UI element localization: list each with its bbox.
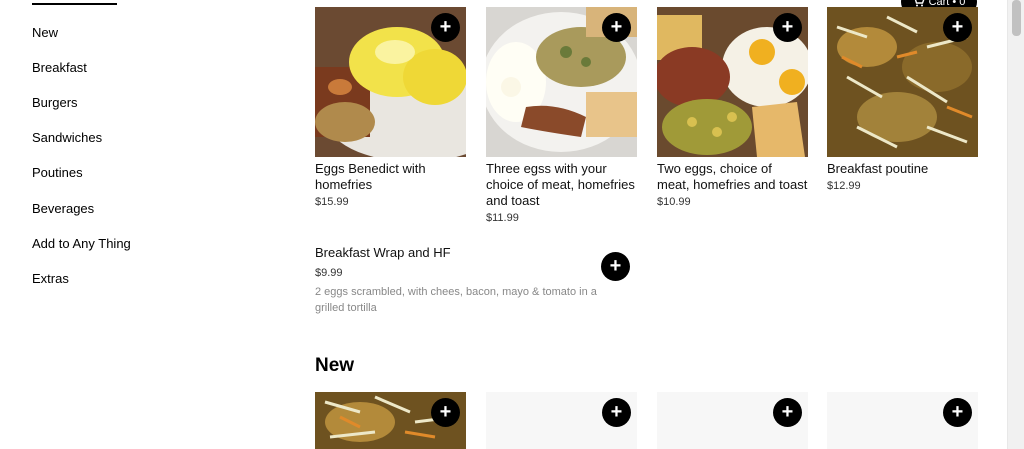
page-scrollbar[interactable] <box>1007 0 1024 449</box>
plus-icon: + <box>951 16 964 38</box>
menu-item-price: $15.99 <box>315 196 349 208</box>
sidebar-item-burgers[interactable]: Burgers <box>32 95 78 110</box>
plus-icon: + <box>609 255 622 277</box>
plus-icon: + <box>951 401 964 423</box>
section-title: New <box>315 355 355 376</box>
add-item-button[interactable]: + <box>431 398 460 427</box>
sidebar-item-new[interactable]: New <box>32 25 58 40</box>
category-sidebar: New Breakfast Burgers Sandwiches Poutine… <box>0 0 300 449</box>
plus-icon: + <box>781 16 794 38</box>
menu-item-card[interactable]: Two eggs, choice of meat, homefries and … <box>657 7 808 208</box>
sidebar-active-indicator <box>32 3 117 5</box>
menu-item-card[interactable]: + <box>486 392 637 449</box>
menu-item-title: Breakfast poutine <box>827 161 929 176</box>
add-item-button[interactable]: + <box>943 398 972 427</box>
plus-icon: + <box>439 16 452 38</box>
menu-item-title: Eggs Benedict with homefries <box>315 161 426 192</box>
menu-item-description: 2 eggs scrambled, with chees, bacon, may… <box>315 286 597 314</box>
menu-item-price: $10.99 <box>657 196 691 208</box>
menu-item-price: $12.99 <box>827 180 861 192</box>
add-item-button[interactable]: + <box>602 398 631 427</box>
sidebar-item-breakfast[interactable]: Breakfast <box>32 60 87 75</box>
menu-item-title: Two eggs, choice of meat, homefries and … <box>657 161 808 192</box>
scrollbar-thumb[interactable] <box>1012 0 1021 36</box>
menu-item-card[interactable]: Breakfast poutine $12.99 + <box>827 7 978 192</box>
menu-item-title: Breakfast Wrap and HF <box>315 245 451 260</box>
sidebar-item-add-to-any-thing[interactable]: Add to Any Thing <box>32 236 131 251</box>
plus-icon: + <box>610 401 623 423</box>
menu-item-card[interactable]: Three egss with your choice of meat, hom… <box>486 7 637 224</box>
plus-icon: + <box>781 401 794 423</box>
sidebar-item-poutines[interactable]: Poutines <box>32 165 83 180</box>
menu-item-card[interactable]: + <box>827 392 978 449</box>
add-item-button[interactable]: + <box>773 398 802 427</box>
add-item-button[interactable]: + <box>773 13 802 42</box>
menu-item-card[interactable]: Eggs Benedict with homefries $15.99 + <box>315 7 466 208</box>
plus-icon: + <box>439 401 452 423</box>
add-item-button[interactable]: + <box>431 13 460 42</box>
menu-item-card[interactable]: + <box>657 392 808 449</box>
add-item-button[interactable]: + <box>601 252 630 281</box>
menu-item-title: Three egss with your choice of meat, hom… <box>486 161 635 208</box>
menu-item-card[interactable]: + <box>315 392 466 449</box>
menu-main: Eggs Benedict with homefries $15.99 + Th… <box>315 0 980 449</box>
sidebar-item-extras[interactable]: Extras <box>32 271 69 286</box>
add-item-button[interactable]: + <box>943 13 972 42</box>
add-item-button[interactable]: + <box>602 13 631 42</box>
menu-item-price: $9.99 <box>315 267 343 279</box>
sidebar-item-beverages[interactable]: Beverages <box>32 201 94 216</box>
plus-icon: + <box>610 16 623 38</box>
sidebar-item-sandwiches[interactable]: Sandwiches <box>32 130 102 145</box>
menu-item-row[interactable]: Breakfast Wrap and HF $9.99 2 eggs scram… <box>315 245 635 316</box>
menu-item-price: $11.99 <box>486 212 519 224</box>
